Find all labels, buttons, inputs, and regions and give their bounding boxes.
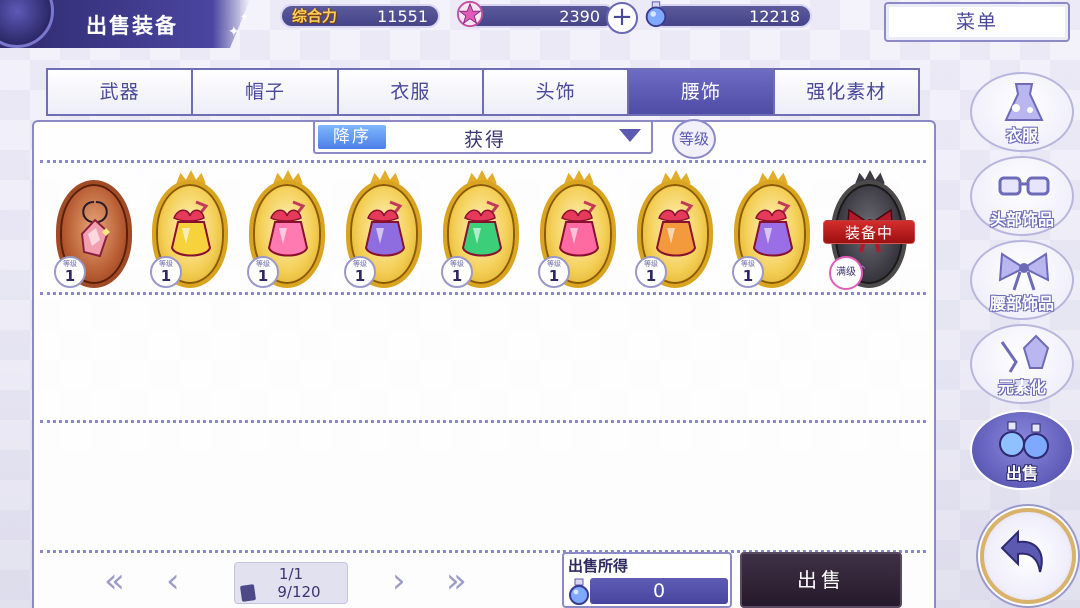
first-page-button[interactable]: « bbox=[104, 562, 125, 600]
sort-by-value: 获得 bbox=[463, 129, 506, 151]
charm-pendant-icon bbox=[80, 201, 110, 258]
chevron-down-icon bbox=[619, 129, 641, 142]
page-number: 1/1 bbox=[278, 565, 304, 583]
sort-dropdown[interactable]: 降序 获得 bbox=[313, 120, 653, 154]
bow-icon bbox=[998, 252, 1050, 291]
equipped-badge: 装备中 bbox=[823, 220, 915, 244]
sale-proceeds: 出售所得 0 bbox=[562, 552, 732, 608]
tab-clothes[interactable]: 衣服 bbox=[338, 70, 482, 114]
chevron-up-icon: ⌃ bbox=[857, 264, 868, 279]
level-badge: 等级 1 bbox=[538, 256, 570, 288]
potion-bottle-icon bbox=[364, 200, 406, 257]
sidebar-item-label: 头部饰品 bbox=[989, 210, 1054, 229]
sidebar-item-label: 元素化 bbox=[997, 378, 1046, 397]
potion-icon bbox=[569, 578, 589, 605]
page-indicator: 1/1 9/120 bbox=[234, 562, 348, 604]
item-slot-equipped[interactable]: 装备中 满级 ⌃ bbox=[823, 170, 915, 292]
potion-currency-bar: 12218 bbox=[652, 4, 812, 28]
star-wand-icon bbox=[456, 0, 484, 28]
tab-weapon[interactable]: 武器 bbox=[48, 70, 192, 114]
crystal-icon bbox=[1000, 334, 1050, 373]
item-slot[interactable]: 等级 1 bbox=[344, 170, 426, 292]
item-slot[interactable]: 等级 1 bbox=[538, 170, 620, 292]
item-slot[interactable]: 等级 1 bbox=[247, 170, 329, 292]
sparkle-icon: ✦ bbox=[228, 24, 240, 40]
level-badge: 等级 1 bbox=[635, 256, 667, 288]
item-slot[interactable]: 等级 1 bbox=[635, 170, 717, 292]
potion-bottle-icon bbox=[752, 200, 794, 257]
star-currency-value: 2390 bbox=[559, 7, 600, 26]
sidebar-item-clothes[interactable]: 衣服 bbox=[970, 72, 1074, 152]
last-page-button[interactable]: » bbox=[446, 562, 467, 600]
tab-hat[interactable]: 帽子 bbox=[193, 70, 337, 114]
tab-waist-accessory[interactable]: 腰饰 bbox=[629, 70, 773, 114]
level-badge: 等级 1 bbox=[732, 256, 764, 288]
potion-bottle-icon bbox=[170, 200, 212, 257]
back-button[interactable] bbox=[980, 508, 1076, 604]
glasses-icon bbox=[998, 176, 1050, 196]
sidebar-item-label: 出售 bbox=[1005, 464, 1038, 483]
dress-icon bbox=[1004, 83, 1044, 121]
sidebar-item-waist-accessory[interactable]: 腰部饰品 bbox=[970, 240, 1074, 320]
sidebar-item-head-accessory[interactable]: 头部饰品 bbox=[970, 156, 1074, 236]
sidebar-item-label: 衣服 bbox=[1005, 126, 1038, 145]
next-page-button[interactable]: › bbox=[392, 562, 406, 600]
level-badge: 等级 1 bbox=[344, 256, 376, 288]
page-title: 出售装备 bbox=[86, 14, 178, 38]
add-currency-button[interactable]: + bbox=[606, 2, 638, 34]
prev-page-button[interactable]: ‹ bbox=[166, 562, 180, 600]
sell-button[interactable]: 出售 bbox=[740, 552, 902, 608]
menu-button[interactable]: 菜单 bbox=[884, 2, 1070, 42]
power-bar: 综合力 11551 bbox=[280, 4, 440, 28]
level-badge: 等级 1 bbox=[247, 256, 279, 288]
category-tabs: 武器 帽子 衣服 头饰 腰饰 强化素材 bbox=[46, 68, 920, 116]
sort-order-toggle[interactable]: 降序 bbox=[318, 125, 386, 149]
power-label: 综合力 bbox=[292, 7, 338, 25]
potion-bottle-icon bbox=[461, 200, 503, 257]
divider bbox=[40, 420, 926, 423]
tab-upgrade-material[interactable]: 强化素材 bbox=[774, 70, 918, 114]
proceeds-label: 出售所得 bbox=[568, 557, 629, 575]
potion-icon bbox=[642, 0, 670, 28]
item-slot[interactable]: 等级 1 bbox=[441, 170, 523, 292]
card-icon bbox=[239, 584, 257, 602]
power-value: 11551 bbox=[377, 7, 428, 26]
potion-bottle-icon bbox=[267, 200, 309, 257]
sparkle-icon: ✦ bbox=[240, 12, 249, 23]
sidebar-item-label: 腰部饰品 bbox=[989, 294, 1054, 313]
potions-icon bbox=[999, 421, 1049, 459]
sidebar-item-elementize[interactable]: 元素化 bbox=[970, 324, 1074, 404]
potion-bottle-icon bbox=[558, 200, 600, 257]
inventory-capacity: 9/120 bbox=[277, 583, 321, 601]
level-badge: 等级 1 bbox=[150, 256, 182, 288]
level-badge: 等级 1 bbox=[441, 256, 473, 288]
potion-bottle-icon bbox=[655, 200, 697, 257]
level-badge: 等级 1 bbox=[54, 256, 86, 288]
tab-headwear[interactable]: 头饰 bbox=[483, 70, 628, 114]
sidebar-item-sell[interactable]: 出售 bbox=[970, 410, 1074, 490]
return-arrow-icon bbox=[1000, 529, 1043, 573]
level-filter-button[interactable]: 等级 bbox=[672, 119, 716, 159]
proceeds-value: 0 bbox=[590, 578, 728, 604]
potion-currency-value: 12218 bbox=[749, 7, 800, 26]
divider bbox=[40, 160, 926, 163]
item-slot[interactable]: 等级 1 bbox=[54, 170, 136, 292]
star-currency-bar: 2390 bbox=[466, 4, 616, 28]
item-slot[interactable]: 等级 1 bbox=[150, 170, 232, 292]
item-slot[interactable]: 等级 1 bbox=[732, 170, 814, 292]
divider bbox=[40, 292, 926, 295]
